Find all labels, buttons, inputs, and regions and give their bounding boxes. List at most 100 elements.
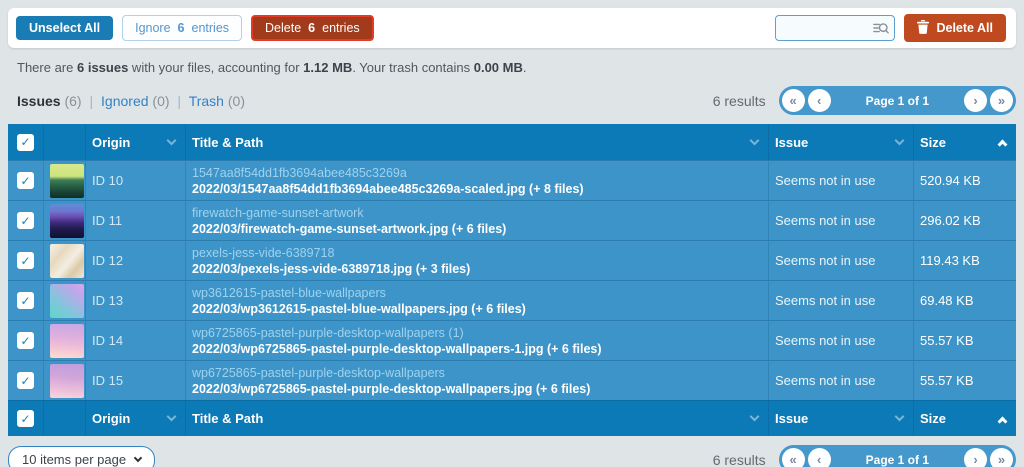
tab-trash[interactable]: Trash — [189, 93, 224, 109]
tab-ignored[interactable]: Ignored — [101, 93, 148, 109]
row-checkbox-cell: ✓ — [8, 201, 43, 240]
sort-active-asc-icon — [997, 139, 1008, 150]
issue-cell: Seems not in use — [768, 201, 913, 240]
media-title-link[interactable]: wp6725865-pastel-purple-desktop-wallpape… — [192, 326, 464, 340]
media-path: 2022/03/firewatch-game-sunset-artwork.jp… — [192, 221, 507, 236]
first-page-button[interactable]: « — [781, 448, 805, 467]
table-row[interactable]: ✓ ID 14 wp6725865-pastel-purple-desktop-… — [8, 320, 1016, 360]
ignore-label-count: 6 — [177, 20, 185, 35]
summary-part: with your files, accounting for — [128, 60, 304, 75]
title-path-column-header[interactable]: Title & Path — [185, 401, 768, 436]
tab-separator: | — [177, 92, 182, 109]
media-thumbnail[interactable] — [50, 323, 84, 358]
pagination-top: « ‹ Page 1 of 1 › » — [778, 86, 1016, 115]
media-path: 2022/03/wp3612615-pastel-blue-wallpapers… — [192, 301, 526, 316]
title-path-column-header[interactable]: Title & Path — [185, 124, 768, 160]
select-all-cell: ✓ — [8, 401, 43, 436]
ignore-entries-button[interactable]: Ignore 6 entries — [122, 14, 243, 42]
row-checkbox[interactable]: ✓ — [17, 372, 34, 389]
sort-chevron-icon — [166, 135, 177, 145]
select-all-checkbox[interactable]: ✓ — [17, 133, 34, 151]
media-thumbnail[interactable] — [50, 203, 84, 238]
media-title-link[interactable]: firewatch-game-sunset-artwork — [192, 206, 364, 220]
sort-chevron-icon — [894, 135, 905, 145]
next-page-button[interactable]: › — [964, 448, 987, 467]
title-path-cell: wp6725865-pastel-purple-desktop-wallpape… — [185, 361, 768, 400]
unselect-all-button[interactable]: Unselect All — [16, 15, 114, 41]
issue-header-label: Issue — [775, 411, 809, 426]
media-thumbnail[interactable] — [50, 163, 84, 198]
last-page-button[interactable]: » — [990, 448, 1013, 467]
title-path-cell: wp3612615-pastel-blue-wallpapers 2022/03… — [185, 281, 768, 320]
issue-cell: Seems not in use — [768, 281, 913, 320]
media-thumbnail[interactable] — [50, 283, 84, 318]
row-checkbox[interactable]: ✓ — [17, 252, 34, 269]
thumbnail-column-header — [43, 401, 85, 436]
first-page-button[interactable]: « — [781, 89, 805, 112]
title-path-header-label: Title & Path — [192, 134, 264, 150]
media-path: 2022/03/wp6725865-pastel-purple-desktop-… — [192, 381, 591, 396]
prev-page-button[interactable]: ‹ — [807, 448, 831, 467]
size-column-header[interactable]: Size — [913, 401, 1016, 436]
delete-entries-button[interactable]: Delete 6 entries — [251, 14, 374, 42]
chevron-down-icon — [133, 453, 143, 463]
origin-column-header[interactable]: Origin — [85, 124, 185, 160]
tab-issues-count: (6) — [64, 92, 82, 109]
origin-cell: ID 13 — [85, 281, 185, 320]
issue-column-header[interactable]: Issue — [768, 401, 913, 436]
size-cell: 69.48 KB — [913, 281, 1016, 320]
row-checkbox-cell: ✓ — [8, 241, 43, 280]
items-per-page-label: 10 items per page — [22, 452, 127, 467]
filter-tabs: Issues (6) | Ignored (0) | Trash (0) — [17, 93, 245, 109]
results-count: 6 results — [712, 451, 766, 467]
tab-issues[interactable]: Issues — [17, 93, 61, 109]
table-footer-row: ✓ Origin Title & Path Issue Size — [8, 400, 1016, 436]
page-indicator: Page 1 of 1 — [865, 93, 929, 108]
media-thumbnail[interactable] — [50, 243, 84, 278]
row-checkbox[interactable]: ✓ — [17, 292, 34, 309]
table-row[interactable]: ✓ ID 12 pexels-jess-vide-6389718 2022/03… — [8, 240, 1016, 280]
size-cell: 520.94 KB — [913, 161, 1016, 200]
row-checkbox[interactable]: ✓ — [17, 332, 34, 349]
row-checkbox[interactable]: ✓ — [17, 172, 34, 189]
sort-chevron-icon — [749, 411, 760, 422]
origin-header-label: Origin — [92, 134, 131, 150]
delete-all-button[interactable]: Delete All — [904, 13, 1006, 43]
thumbnail-cell — [43, 361, 85, 400]
tab-ignored-count: (0) — [152, 92, 170, 109]
table-row[interactable]: ✓ ID 15 wp6725865-pastel-purple-desktop-… — [8, 360, 1016, 400]
table-row[interactable]: ✓ ID 11 firewatch-game-sunset-artwork 20… — [8, 200, 1016, 240]
title-path-cell: firewatch-game-sunset-artwork 2022/03/fi… — [185, 201, 768, 240]
last-page-button[interactable]: » — [990, 89, 1013, 112]
origin-column-header[interactable]: Origin — [85, 401, 185, 436]
issue-cell: Seems not in use — [768, 161, 913, 200]
summary-total-size: 1.12 MB — [303, 60, 353, 75]
results-pagination-bottom: 6 results « ‹ Page 1 of 1 › » — [713, 445, 1016, 467]
action-toolbar: Unselect All Ignore 6 entries Delete 6 e… — [8, 8, 1016, 48]
row-checkbox-cell: ✓ — [8, 321, 43, 360]
prev-page-button[interactable]: ‹ — [807, 89, 831, 112]
sort-chevron-icon — [894, 411, 905, 422]
pagination-bottom: « ‹ Page 1 of 1 › » — [778, 445, 1016, 467]
select-all-checkbox[interactable]: ✓ — [17, 410, 34, 427]
row-checkbox-cell: ✓ — [8, 281, 43, 320]
row-checkbox[interactable]: ✓ — [17, 212, 34, 229]
results-count: 6 results — [712, 92, 766, 109]
media-title-link[interactable]: wp6725865-pastel-purple-desktop-wallpape… — [192, 366, 445, 380]
next-page-button[interactable]: › — [964, 89, 987, 112]
table-row[interactable]: ✓ ID 13 wp3612615-pastel-blue-wallpapers… — [8, 280, 1016, 320]
media-thumbnail[interactable] — [50, 363, 84, 398]
table-header-row: ✓ Origin Title & Path Issue Size — [8, 124, 1016, 160]
size-column-header[interactable]: Size — [913, 124, 1016, 160]
media-title-link[interactable]: 1547aa8f54dd1fb3694abee485c3269a — [192, 166, 407, 180]
issue-column-header[interactable]: Issue — [768, 124, 913, 160]
size-header-label: Size — [920, 134, 947, 150]
media-title-link[interactable]: pexels-jess-vide-6389718 — [192, 246, 334, 260]
items-per-page-select[interactable]: 10 items per page — [8, 445, 156, 467]
thumbnail-column-header — [43, 124, 85, 160]
table-row[interactable]: ✓ ID 10 1547aa8f54dd1fb3694abee485c3269a… — [8, 160, 1016, 200]
ignore-label-post: entries — [191, 20, 230, 35]
media-title-link[interactable]: wp3612615-pastel-blue-wallpapers — [192, 286, 386, 300]
media-path: 2022/03/wp6725865-pastel-purple-desktop-… — [192, 341, 602, 356]
list-controls-top: Issues (6) | Ignored (0) | Trash (0) 6 r… — [8, 86, 1016, 115]
